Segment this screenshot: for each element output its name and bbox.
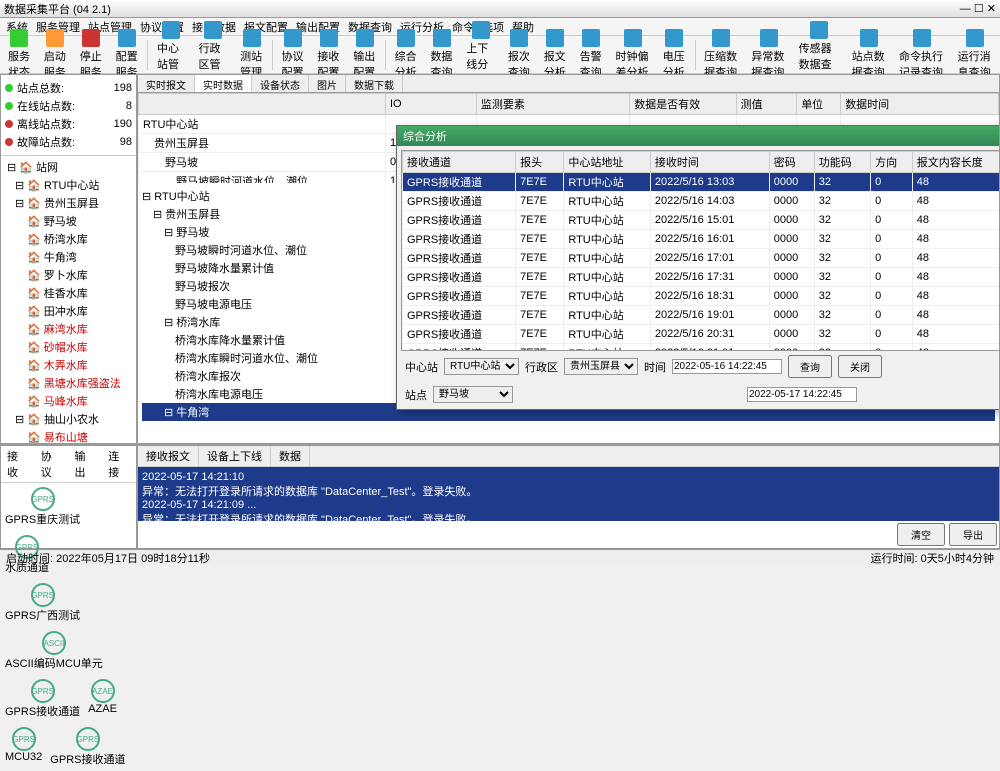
tree-node[interactable]: 🏠 黑塘水库强盗法	[3, 374, 134, 392]
time-to-input[interactable]	[747, 387, 857, 402]
clear-button[interactable]: 清空	[897, 523, 945, 546]
table-row[interactable]: GPRS接收通道7E7ERTU中心站2022/5/16 17:010000320…	[403, 249, 1000, 268]
query-button[interactable]: 查询	[788, 355, 832, 378]
tree-node[interactable]: 🏠 桥湾水库	[3, 230, 134, 248]
table-row[interactable]: GPRS接收通道7E7ERTU中心站2022/5/16 15:010000320…	[403, 211, 1000, 230]
tab-实时报文[interactable]: 实时报文	[138, 75, 195, 92]
dot-icon	[5, 84, 13, 92]
tree-node[interactable]: 牛角湾瞬时河道水位、潮位	[142, 421, 995, 423]
tree-node[interactable]: 🏠 牛角湾	[3, 248, 134, 266]
table-row[interactable]: GPRS接收通道7E7ERTU中心站2022/5/16 21:010000320…	[403, 344, 1000, 352]
tree-node[interactable]: 🏠 麻湾水库	[3, 320, 134, 338]
window-title: 数据采集平台 (04 2.1)	[4, 1, 111, 17]
close-button[interactable]: 关闭	[838, 355, 882, 378]
channel-icon[interactable]: GPRSGPRS重庆测试	[5, 487, 80, 527]
center-select[interactable]: RTU中心站	[444, 358, 519, 375]
tree-node[interactable]: 🏠 马峰水库	[3, 392, 134, 410]
channel-icon[interactable]: ASCIIASCII编码MCU单元	[5, 631, 103, 671]
region-select[interactable]: 贵州玉屏县	[564, 358, 638, 375]
tab-设备状态[interactable]: 设备状态	[252, 75, 309, 92]
dot-icon	[5, 138, 13, 146]
time-from-input[interactable]	[672, 359, 782, 374]
table-row[interactable]: GPRS接收通道7E7ERTU中心站2022/5/16 18:310000320…	[403, 287, 1000, 306]
tree-node[interactable]: 🏠 田冲水库	[3, 302, 134, 320]
table-row[interactable]: GPRS接收通道7E7ERTU中心站2022/5/16 20:310000320…	[403, 325, 1000, 344]
channel-icon[interactable]: GPRSGPRS接收通道	[5, 679, 80, 719]
tree-node[interactable]: 🏠 木弄水库	[3, 356, 134, 374]
table-row[interactable]: GPRS接收通道7E7ERTU中心站2022/5/16 13:030000320…	[403, 173, 1000, 192]
channel-icon[interactable]: AZAEAZAE	[88, 679, 117, 719]
channel-icon[interactable]: GPRSGPRS广西测试	[5, 583, 80, 623]
run-time: 运行时间: 0天5小时4分钟	[871, 550, 994, 566]
table-row[interactable]: GPRS接收通道7E7ERTU中心站2022/5/16 17:310000320…	[403, 268, 1000, 287]
tree-node[interactable]: ⊟ 🏠 RTU中心站	[3, 176, 134, 194]
table-row[interactable]: GPRS接收通道7E7ERTU中心站2022/5/16 14:030000320…	[403, 192, 1000, 211]
table-row[interactable]: GPRS接收通道7E7ERTU中心站2022/5/16 19:010000320…	[403, 306, 1000, 325]
station-select[interactable]: 野马坡	[433, 386, 513, 403]
btab-输出[interactable]: 输出	[69, 446, 103, 482]
start-time: 启动时间: 2022年05月17日 09时18分11秒	[6, 550, 210, 566]
dot-icon	[5, 120, 13, 128]
dot-icon	[5, 102, 13, 110]
tree-node[interactable]: ⊟ 🏠 贵州玉屏县	[3, 194, 134, 212]
btab-连接[interactable]: 连接	[102, 446, 136, 482]
tab-数据下载[interactable]: 数据下载	[346, 75, 403, 92]
analysis-popup: 综合分析 ✕ 接收通道报头中心站地址接收时间密码功能码方向报文内容长度开始符GP…	[396, 125, 1000, 410]
tree-node[interactable]: 🏠 罗卜水库	[3, 266, 134, 284]
tree-node[interactable]: ⊟ 🏠 抽山小农水	[3, 410, 134, 428]
logtab-设备上下线[interactable]: 设备上下线	[199, 446, 271, 466]
table-row[interactable]: GPRS接收通道7E7ERTU中心站2022/5/16 16:010000320…	[403, 230, 1000, 249]
btab-接收[interactable]: 接收	[1, 446, 35, 482]
tab-图片[interactable]: 图片	[309, 75, 346, 92]
export-button[interactable]: 导出	[949, 523, 997, 546]
logtab-接收报文[interactable]: 接收报文	[138, 446, 199, 466]
tree-node[interactable]: 🏠 桂香水库	[3, 284, 134, 302]
window-controls[interactable]: — ☐ ✕	[960, 2, 996, 15]
tree-node[interactable]: 🏠 野马坡	[3, 212, 134, 230]
tree-node[interactable]: ⊟ 🏠 站网	[3, 158, 134, 176]
logtab-数据[interactable]: 数据	[271, 446, 310, 466]
tab-实时数据[interactable]: 实时数据	[195, 75, 252, 92]
channel-icon[interactable]: GPRSGPRS接收通道	[50, 727, 125, 767]
tree-node[interactable]: 🏠 砂帽水库	[3, 338, 134, 356]
channel-icon[interactable]: GPRSMCU32	[5, 727, 42, 767]
popup-title: 综合分析	[403, 128, 447, 144]
btab-协议[interactable]: 协议	[35, 446, 69, 482]
tree-node[interactable]: 🏠 易布山塘	[3, 428, 134, 443]
